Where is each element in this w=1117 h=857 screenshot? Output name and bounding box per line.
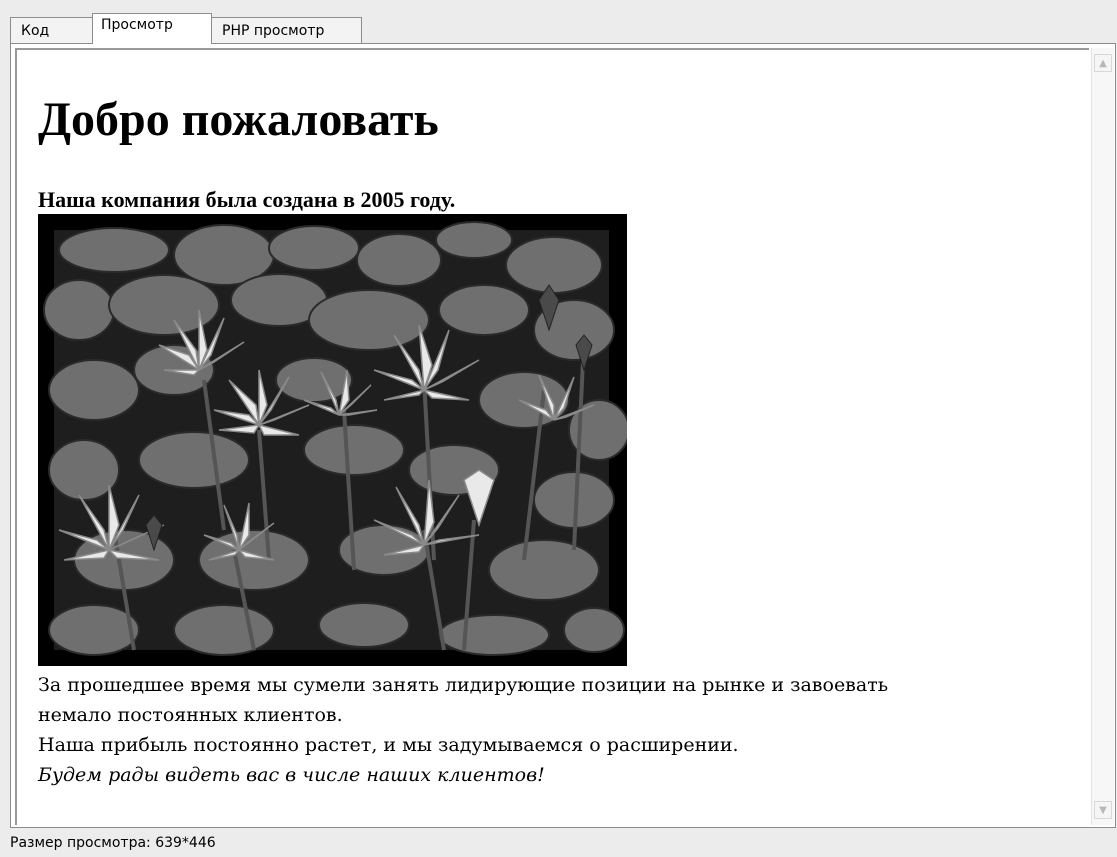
tab-bar: Код Просмотр PHP просмотр — [10, 13, 362, 44]
paragraph-line-3: Наша прибыль постоянно растет, и мы заду… — [38, 734, 739, 756]
preview-frame: Добро пожаловать Наша компания была созд… — [10, 43, 1116, 828]
preview-window: Код Просмотр PHP просмотр Добро пожалова… — [0, 0, 1117, 857]
tab-php-preview[interactable]: PHP просмотр — [211, 17, 362, 44]
page-heading: Добро пожаловать — [38, 93, 439, 146]
water-lilies-photo — [38, 214, 627, 666]
chevron-up-icon[interactable]: ▲ — [1094, 54, 1112, 72]
vertical-scrollbar[interactable]: ▲ ▼ — [1091, 48, 1114, 825]
paragraph-line-4: Будем рады видеть вас в числе наших клие… — [38, 764, 545, 786]
chevron-down-icon[interactable]: ▼ — [1094, 801, 1112, 819]
paragraph-line-2: немало постоянных клиентов. — [38, 704, 343, 726]
founded-text: Наша компания была создана в 2005 году. — [38, 187, 456, 212]
tab-code[interactable]: Код — [10, 17, 93, 44]
tab-preview[interactable]: Просмотр — [92, 13, 212, 44]
status-bar: Размер просмотра: 639*446 — [0, 828, 1117, 857]
paragraph-line-1: За прошедшее время мы сумели занять лиди… — [38, 674, 889, 696]
preview-size-status: Размер просмотра: 639*446 — [10, 835, 216, 851]
preview-viewport[interactable]: Добро пожаловать Наша компания была созд… — [15, 48, 1089, 825]
